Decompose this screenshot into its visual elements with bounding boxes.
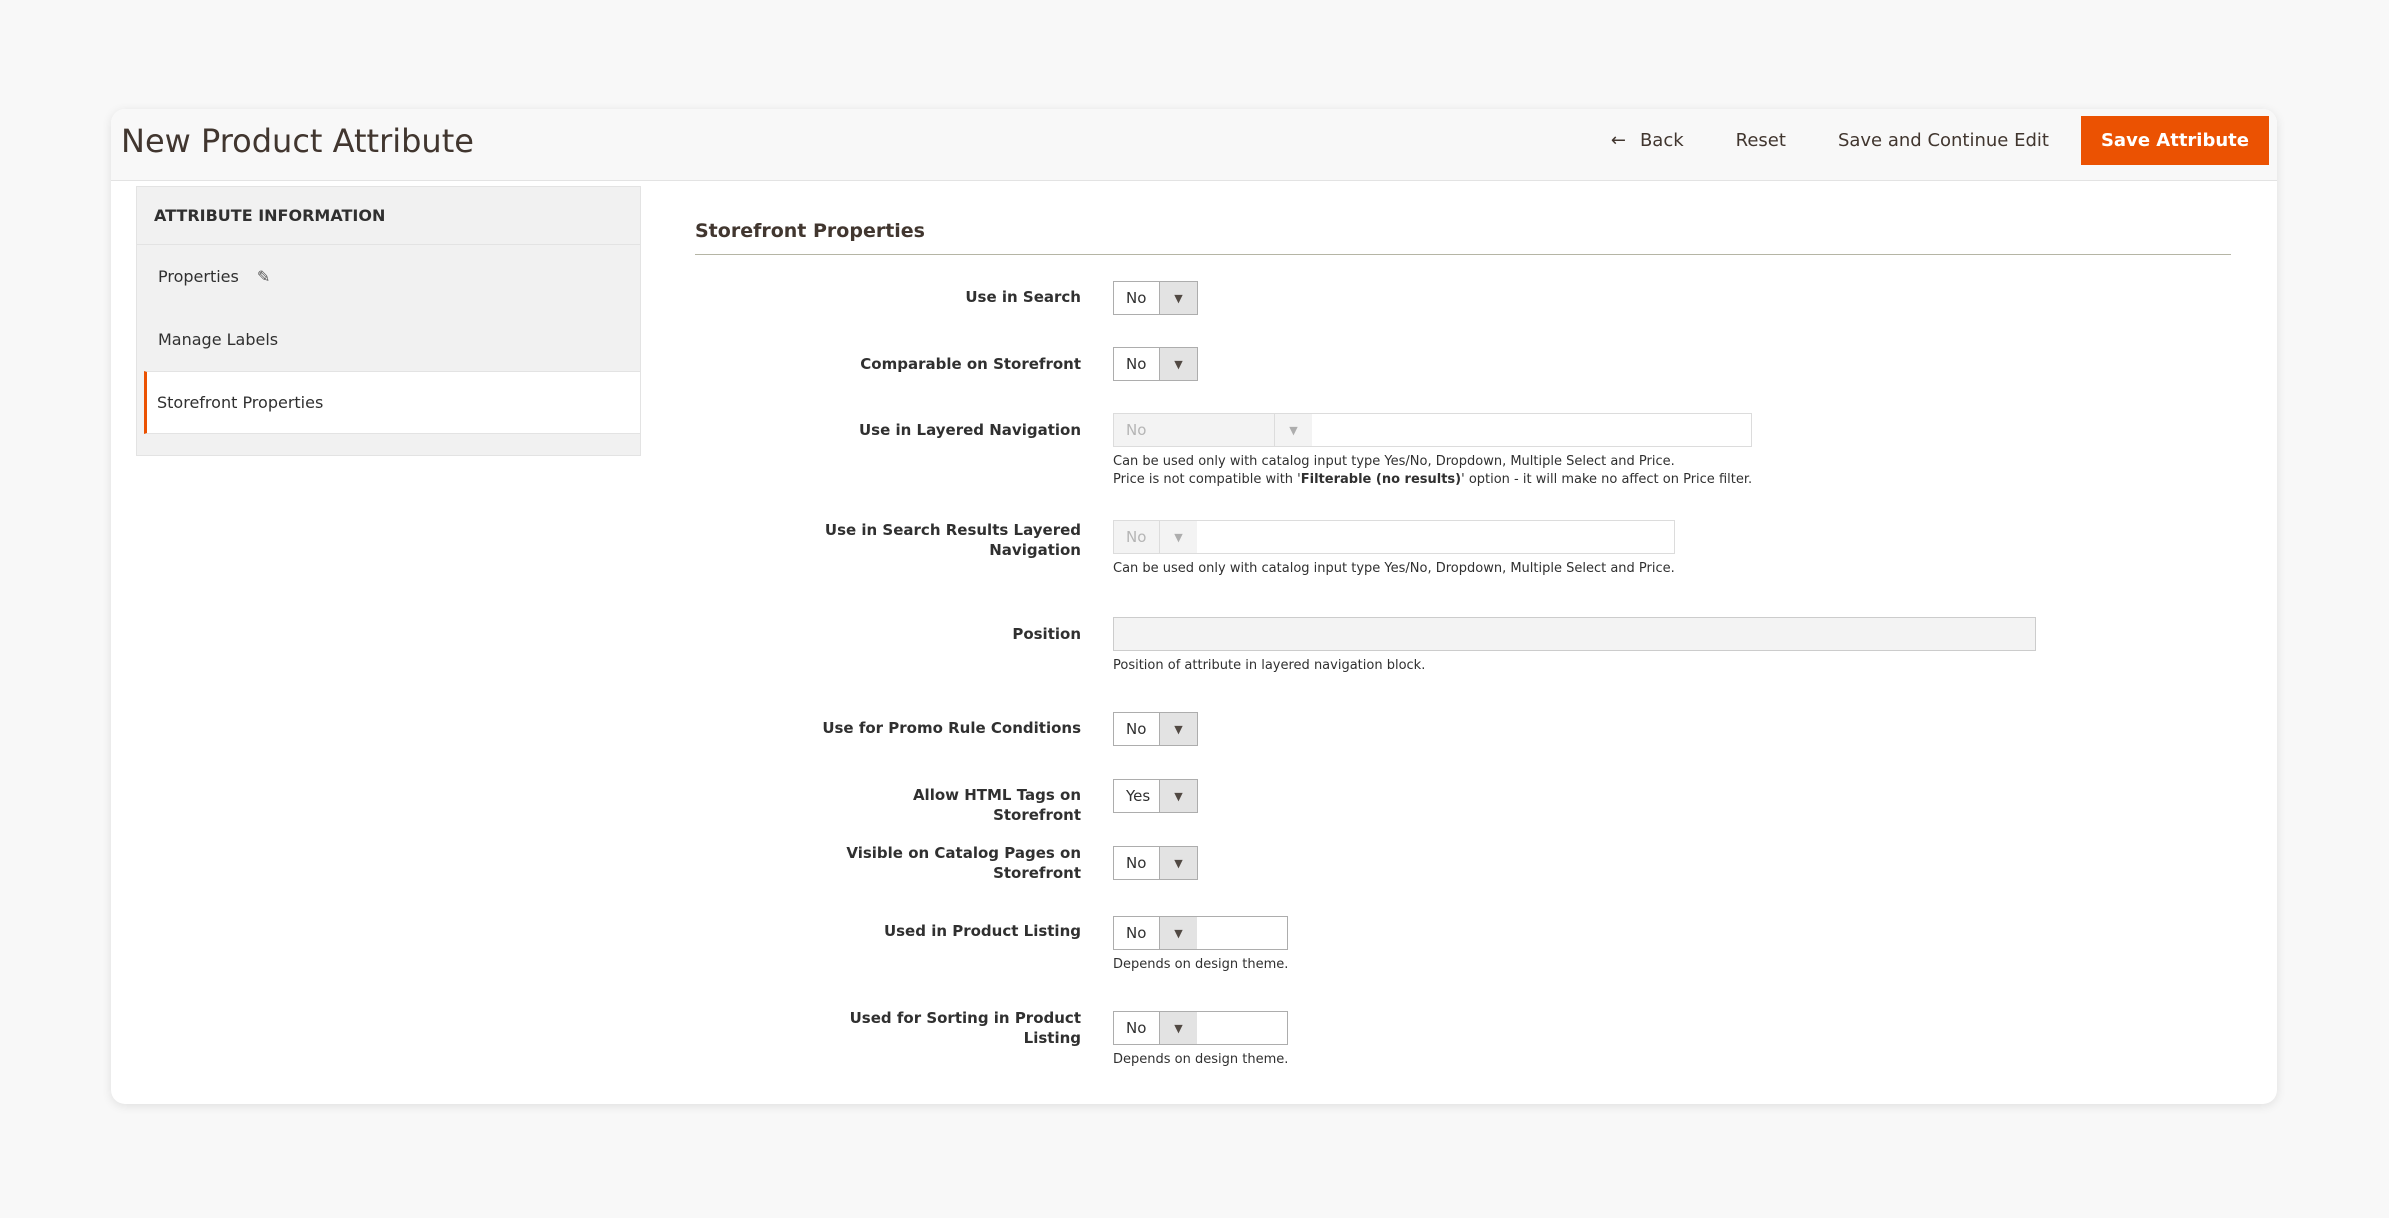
chevron-down-icon: ▼ xyxy=(1160,780,1197,812)
chevron-down-icon: ▼ xyxy=(1160,282,1197,314)
field-note: Can be used only with catalog input type… xyxy=(1113,561,1675,576)
attribute-tabs-sidebar: ATTRIBUTE INFORMATION Properties ✎ Manag… xyxy=(136,186,641,456)
sidebar-item-label: Manage Labels xyxy=(158,330,279,349)
select-value: No xyxy=(1114,414,1275,446)
field-label: Use for Promo Rule Conditions xyxy=(822,719,1081,737)
attribute-edit-card: New Product Attribute ← Back Reset Save … xyxy=(111,109,2277,1104)
field-note: Can be used only with catalog input type… xyxy=(1113,453,1752,489)
sidebar-item-label: Properties xyxy=(158,267,239,286)
chevron-down-icon: ▼ xyxy=(1160,847,1197,879)
sidebar-item-properties[interactable]: Properties ✎ xyxy=(137,245,640,308)
chevron-down-icon: ▼ xyxy=(1160,521,1197,553)
field-note: Depends on design theme. xyxy=(1113,957,1289,972)
sidebar-item-manage-labels[interactable]: Manage Labels xyxy=(137,308,640,371)
section-title: Storefront Properties xyxy=(695,220,2231,255)
comparable-storefront-select[interactable]: No ▼ xyxy=(1113,347,1198,381)
layered-nav-note-2: Price is not compatible with 'Filterable… xyxy=(1113,471,1752,489)
promo-rule-conditions-select[interactable]: No ▼ xyxy=(1113,712,1198,746)
field-note: Position of attribute in layered navigat… xyxy=(1113,658,1426,673)
back-button-label: Back xyxy=(1639,130,1684,151)
field-label: Use in Search Results Layered Navigation xyxy=(824,521,1081,559)
chevron-down-icon: ▼ xyxy=(1160,713,1197,745)
product-listing-select[interactable]: No ▼ xyxy=(1113,916,1289,950)
chevron-down-icon: ▼ xyxy=(1160,1012,1197,1044)
position-input[interactable] xyxy=(1113,617,2036,651)
note-text: ' option - it will make no affect on Pri… xyxy=(1461,472,1753,487)
page-header: New Product Attribute ← Back Reset Save … xyxy=(111,109,2277,181)
select-value: No xyxy=(1114,1012,1160,1044)
sidebar-item-storefront-properties[interactable]: Storefront Properties xyxy=(144,371,640,434)
chevron-down-icon: ▼ xyxy=(1160,348,1197,380)
select-value: No xyxy=(1114,917,1160,949)
sidebar-heading: ATTRIBUTE INFORMATION xyxy=(137,187,640,245)
select-value: No xyxy=(1114,847,1160,879)
field-label: Comparable on Storefront xyxy=(860,355,1081,373)
field-label: Used in Product Listing xyxy=(883,922,1081,940)
field-label: Allow HTML Tags on Storefront xyxy=(912,786,1081,824)
field-label: Position xyxy=(1012,625,1081,643)
page-title: New Product Attribute xyxy=(121,122,474,160)
back-button[interactable]: ← Back xyxy=(1585,116,1710,165)
page-actions: ← Back Reset Save and Continue Edit Save… xyxy=(1585,116,2269,165)
layered-nav-note-1: Can be used only with catalog input type… xyxy=(1113,454,1675,469)
chevron-down-icon: ▼ xyxy=(1275,414,1312,446)
save-continue-button[interactable]: Save and Continue Edit xyxy=(1812,116,2075,165)
select-value: No xyxy=(1114,713,1160,745)
field-label: Use in Layered Navigation xyxy=(859,421,1081,439)
select-value: No xyxy=(1114,282,1160,314)
visible-catalog-pages-select[interactable]: No ▼ xyxy=(1113,846,1198,880)
select-value: No xyxy=(1114,348,1160,380)
note-bold: Filterable (no results) xyxy=(1300,472,1462,487)
chevron-down-icon: ▼ xyxy=(1160,917,1197,949)
field-note: Depends on design theme. xyxy=(1113,1052,1289,1067)
field-label: Use in Search xyxy=(965,288,1081,306)
use-in-search-select[interactable]: No ▼ xyxy=(1113,281,1198,315)
section-title-rest: Properties xyxy=(806,220,925,242)
pencil-icon: ✎ xyxy=(256,267,271,286)
sidebar-item-label: Storefront Properties xyxy=(157,393,324,412)
section-title-strong: Storefront xyxy=(695,220,807,242)
arrow-left-icon: ← xyxy=(1610,130,1626,151)
search-results-layered-nav-select[interactable]: No ▼ xyxy=(1113,520,1675,554)
select-value: Yes xyxy=(1114,780,1160,812)
html-tags-storefront-select[interactable]: Yes ▼ xyxy=(1113,779,1198,813)
select-value: No xyxy=(1114,521,1160,553)
sorting-product-listing-select[interactable]: No ▼ xyxy=(1113,1011,1289,1045)
save-attribute-button[interactable]: Save Attribute xyxy=(2080,116,2269,165)
layered-navigation-select[interactable]: No ▼ xyxy=(1113,413,1753,447)
reset-button[interactable]: Reset xyxy=(1710,116,1812,165)
note-text: Price is not compatible with ' xyxy=(1113,472,1301,487)
field-label: Visible on Catalog Pages on Storefront xyxy=(846,844,1081,882)
field-label: Used for Sorting in Product Listing xyxy=(849,1009,1081,1047)
